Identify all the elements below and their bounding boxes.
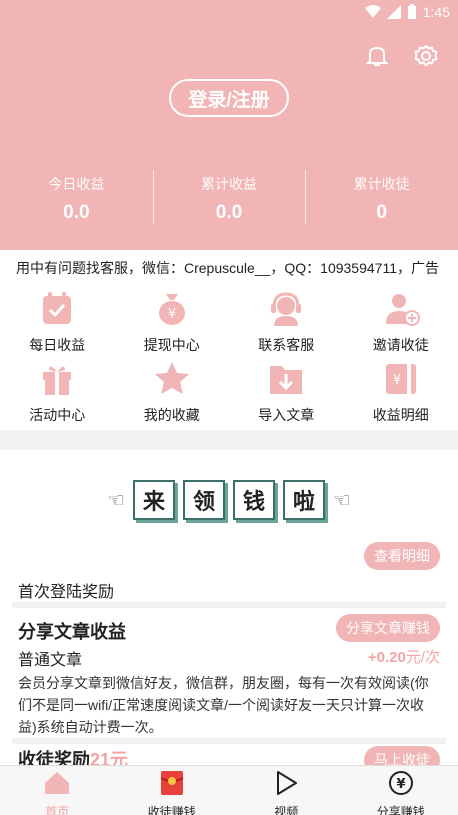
apprentice-title-text: 收徒奖励: [18, 750, 90, 765]
play-icon: [277, 771, 298, 795]
tab-label: 收徒赚钱: [147, 805, 196, 815]
stat-value: 0.0: [215, 202, 243, 223]
pointing-hand-icon: ☜: [333, 489, 351, 512]
add-user-icon: [385, 294, 420, 326]
grid-label: 收益明细: [372, 407, 429, 423]
grid-label: 邀请收徒: [372, 337, 429, 353]
tab-home[interactable]: 首页: [0, 766, 115, 815]
stat-value: 0: [376, 202, 387, 223]
battery-icon: [407, 4, 416, 19]
recruit-now-button[interactable]: 马上收徒: [364, 746, 440, 765]
stat-today-earnings: 今日收益 0.0: [0, 168, 153, 228]
function-card: 用中有问题找客服，微信：Crepuscule__，QQ：1093594711，广…: [0, 250, 458, 430]
earnings-panel: ☜ 来 领 钱 啦 ☜ 查看明细 首次登陆奖励 分享文章收益 分享文章赚钱 普通…: [0, 450, 458, 765]
stats-row: 今日收益 0.0 累计收益 0.0 累计收徒 0: [0, 168, 458, 228]
svg-text:¥: ¥: [168, 307, 176, 322]
grid-item-customer-service[interactable]: 联系客服: [229, 288, 344, 358]
pointing-hand-icon: ☜: [107, 489, 125, 512]
stat-label: 今日收益: [48, 176, 105, 192]
star-icon: [154, 362, 189, 394]
promo-banner: ☜ 来 领 钱 啦 ☜: [84, 476, 374, 524]
reward-unit: 元/次: [405, 649, 440, 666]
grid-item-earnings-detail[interactable]: ¥ 收益明细: [344, 358, 458, 428]
money-bag-icon: ¥: [158, 294, 185, 325]
gift-icon: [43, 366, 72, 395]
signal-icon: [386, 5, 401, 19]
tab-label: 首页: [45, 805, 70, 815]
tab-video[interactable]: 视频: [229, 766, 344, 815]
view-details-button[interactable]: 查看明细: [364, 542, 440, 570]
grid-label: 活动中心: [29, 407, 86, 423]
wallet-icon: ¥: [385, 364, 416, 394]
bottom-tab-bar: 首页 收徒赚钱 视频 ¥ 分享赚钱: [0, 765, 458, 815]
import-icon: [270, 366, 303, 394]
stat-value: 0.0: [63, 202, 90, 223]
share-description: 会员分享文章到微信好友，微信群，朋友圈，每有一次有效阅读(你们不是同一wifi/…: [18, 675, 429, 735]
grid-item-import-article[interactable]: 导入文章: [229, 358, 344, 428]
gear-icon[interactable]: [412, 42, 440, 70]
status-bar: 1:45: [0, 0, 458, 26]
grid-label: 提现中心: [143, 337, 200, 353]
tab-label: 分享赚钱: [376, 805, 425, 815]
share-earnings-title: 分享文章收益: [18, 622, 126, 642]
headset-icon: [271, 292, 302, 326]
share-article-button[interactable]: 分享文章赚钱: [336, 614, 440, 642]
grid-item-my-favorites[interactable]: 我的收藏: [115, 358, 230, 428]
grid-item-invite-apprentice[interactable]: 邀请收徒: [344, 288, 458, 358]
function-grid: 每日收益 ¥ 提现中心 联系客服 邀请收徒 活动中心 我的收藏 导入文章 ¥ 收…: [0, 288, 458, 428]
home-icon: [45, 772, 70, 794]
svg-text:¥: ¥: [393, 373, 401, 388]
banner-tile: 领: [183, 480, 225, 520]
stat-total-apprentices: 累计收徒 0: [305, 168, 458, 228]
divider: [12, 738, 446, 744]
grid-item-withdraw-center[interactable]: ¥ 提现中心: [115, 288, 230, 358]
grid-item-activity-center[interactable]: 活动中心: [0, 358, 115, 428]
notice-marquee: 用中有问题找客服，微信：Crepuscule__，QQ：1093594711，广…: [0, 256, 458, 280]
wifi-icon: [364, 5, 381, 18]
header: 1:45 登录/注册 今日收益 0.0 累计收益 0.0 累计收徒 0: [0, 0, 458, 250]
grid-item-daily-earnings[interactable]: 每日收益: [0, 288, 115, 358]
stat-label: 累计收徒: [353, 176, 410, 192]
grid-label: 导入文章: [258, 407, 315, 423]
banner-tile: 钱: [233, 480, 275, 520]
login-register-button[interactable]: 登录/注册: [169, 79, 289, 117]
grid-label: 我的收藏: [143, 407, 200, 423]
svg-text:¥: ¥: [396, 777, 405, 792]
grid-label: 每日收益: [29, 337, 86, 353]
stat-total-earnings: 累计收益 0.0: [152, 168, 306, 228]
yuan-coin-icon: ¥: [388, 771, 413, 795]
apprentice-amount: 21元: [90, 750, 129, 765]
tab-recruit-earn[interactable]: 收徒赚钱: [115, 766, 230, 815]
divider: [12, 602, 446, 608]
tab-label: 视频: [274, 805, 299, 815]
stat-label: 累计收益: [201, 176, 257, 192]
calendar-check-icon: [43, 292, 72, 324]
tab-share-earn[interactable]: ¥ 分享赚钱: [344, 766, 458, 815]
grid-label: 联系客服: [258, 337, 315, 353]
reward-rate: +0.20元/次: [368, 646, 440, 667]
reward-amount: +0.20: [367, 649, 406, 666]
banner-tile: 来: [133, 480, 175, 520]
red-envelope-icon: [160, 771, 184, 795]
article-type-label: 普通文章: [18, 652, 83, 669]
apprentice-reward-title: 收徒奖励21元: [18, 746, 128, 765]
status-time: 1:45: [422, 4, 450, 20]
banner-tile: 啦: [283, 480, 325, 520]
notice-text: 用中有问题找客服，微信：Crepuscule__，QQ：1093594711，广…: [16, 260, 439, 276]
bell-icon[interactable]: [363, 42, 391, 70]
first-login-reward-title: 首次登陆奖励: [18, 584, 115, 601]
